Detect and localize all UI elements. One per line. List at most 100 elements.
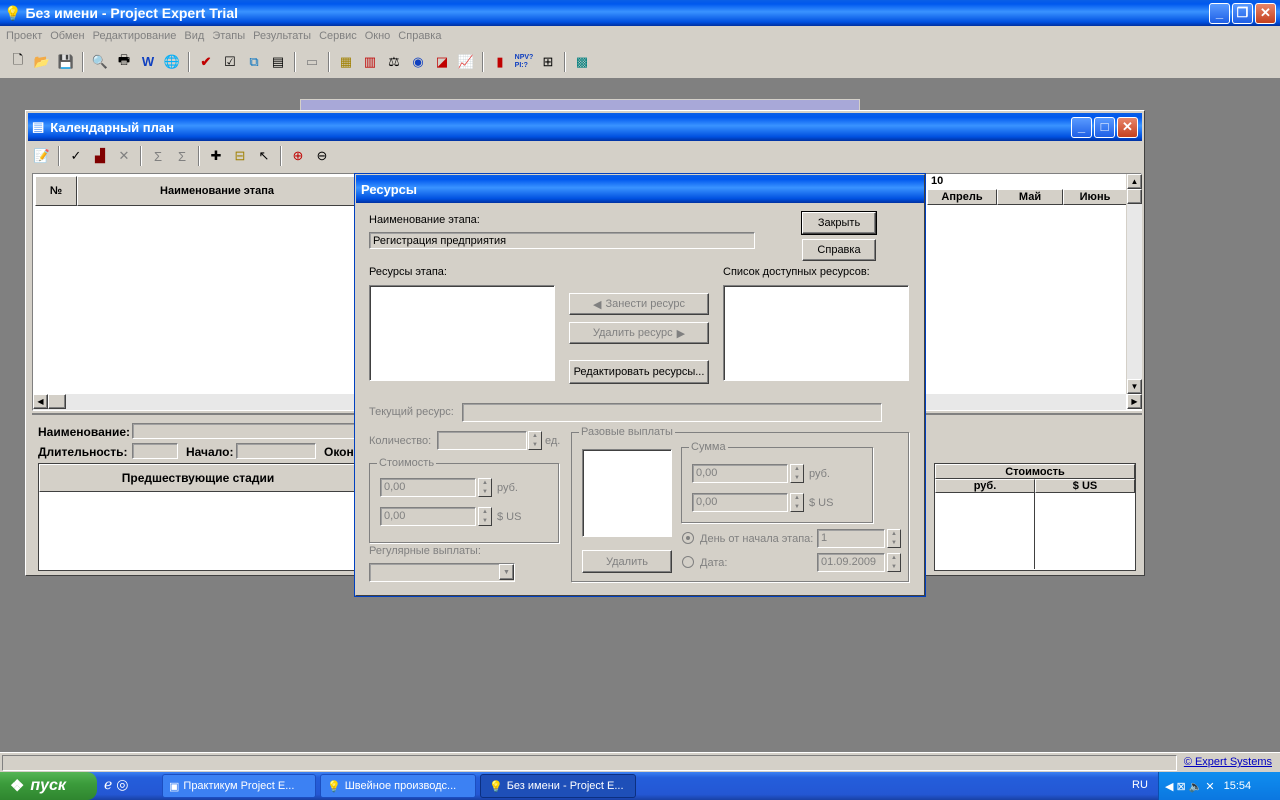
chevron-down-icon[interactable]: ▼ xyxy=(499,564,514,580)
npv-icon[interactable]: NPV? PI:? xyxy=(513,51,535,73)
word-icon[interactable]: W xyxy=(137,51,159,73)
check-icon[interactable]: ✔ xyxy=(195,51,217,73)
desktop-icon[interactable]: ◎ xyxy=(116,776,128,793)
sum-right-icon[interactable]: Σ xyxy=(171,145,193,167)
sum-usd-stepper[interactable]: ▲ ▼ xyxy=(790,493,804,512)
zoom-out-icon[interactable]: ⊖ xyxy=(311,145,333,167)
day-stepper[interactable]: ▲ ▼ xyxy=(887,529,901,548)
save-icon[interactable]: 💾 xyxy=(55,51,77,73)
delete-payment-button[interactable]: Удалить xyxy=(582,550,672,573)
open-folder-icon[interactable]: 📂 xyxy=(31,51,53,73)
menu-project[interactable]: Проект xyxy=(6,30,42,42)
day-radio[interactable] xyxy=(682,532,694,544)
start-label: Начало: xyxy=(186,445,234,459)
globe-chart-icon[interactable]: ◉ xyxy=(407,51,429,73)
menu-window[interactable]: Окно xyxy=(365,30,391,42)
menu-service[interactable]: Сервис xyxy=(319,30,357,42)
new-file-icon[interactable]: 🗋 xyxy=(7,51,29,73)
sum-usd-field[interactable]: 0,00 xyxy=(692,493,788,512)
preview-icon[interactable]: 🔍 xyxy=(89,51,111,73)
zoom-in-icon[interactable]: ⊕ xyxy=(287,145,309,167)
report-icon[interactable]: ▩ xyxy=(571,51,593,73)
scroll-up-icon[interactable]: ▲ xyxy=(1127,174,1142,189)
tree-icon[interactable]: ⊞ xyxy=(537,51,559,73)
regular-payments-select[interactable]: ▼ xyxy=(369,563,515,582)
cost-rub-field[interactable]: 0,00 xyxy=(380,478,476,497)
graph-icon[interactable]: 📈 xyxy=(455,51,477,73)
task-word[interactable]: ▣ Практикум Project E... xyxy=(162,774,316,798)
edit-resources-button[interactable]: Редактировать ресурсы... xyxy=(569,360,709,384)
vertical-scrollbar[interactable]: ▲ ▼ xyxy=(1126,174,1142,394)
date-field[interactable]: 01.09.2009 xyxy=(817,553,885,572)
cost-usd-stepper[interactable]: ▲ ▼ xyxy=(478,507,492,526)
connection-icon[interactable]: ✕ xyxy=(1205,780,1214,793)
cost-usd-field[interactable]: 0,00 xyxy=(380,507,476,526)
add-resource-button[interactable]: ◀ Занести ресурс xyxy=(569,293,709,315)
table-icon[interactable]: ▭ xyxy=(301,51,323,73)
sum-left-icon[interactable]: Σ xyxy=(147,145,169,167)
date-radio[interactable] xyxy=(682,556,694,568)
list-icon[interactable]: ▦ xyxy=(335,51,357,73)
menu-edit[interactable]: Редактирование xyxy=(93,30,177,42)
maximize-icon[interactable]: □ xyxy=(1094,117,1115,138)
minimize-icon[interactable]: _ xyxy=(1209,3,1230,24)
menu-view[interactable]: Вид xyxy=(184,30,204,42)
day-field[interactable]: 1 xyxy=(817,529,885,548)
col-num-header[interactable]: № xyxy=(35,176,77,206)
link-stages-icon[interactable]: ⊟ xyxy=(229,145,251,167)
quantity-field[interactable] xyxy=(437,431,527,450)
checkmark-icon[interactable]: ✓ xyxy=(65,145,87,167)
edit-stage-icon[interactable]: 📝 xyxy=(31,145,53,167)
minimize-icon[interactable]: _ xyxy=(1071,117,1092,138)
start-button[interactable]: ❖ пуск xyxy=(0,772,97,800)
remove-resource-button[interactable]: Удалить ресурс ▶ xyxy=(569,322,709,344)
close-icon[interactable]: ✕ xyxy=(1255,3,1276,24)
scroll-left-icon[interactable]: ◀ xyxy=(33,394,48,409)
ie-icon[interactable]: ℯ xyxy=(104,776,112,793)
menu-stages[interactable]: Этапы xyxy=(212,30,245,42)
help-button[interactable]: Справка xyxy=(802,239,876,261)
oneoff-list[interactable] xyxy=(582,449,672,537)
chart-icon[interactable]: ◪ xyxy=(431,51,453,73)
duration-field[interactable] xyxy=(132,443,178,459)
resources-title-bar: Ресурсы xyxy=(356,175,924,203)
start-field[interactable] xyxy=(236,443,316,459)
language-indicator[interactable]: RU xyxy=(1132,779,1148,791)
quantity-stepper[interactable]: ▲ ▼ xyxy=(528,431,542,450)
date-stepper[interactable]: ▲ ▼ xyxy=(887,553,901,572)
calendar-icon[interactable]: ▤ xyxy=(267,51,289,73)
task-sewing[interactable]: 💡 Швейное производс... xyxy=(320,774,476,798)
checklist-icon[interactable]: ☑ xyxy=(219,51,241,73)
add-stage-icon[interactable]: ✚ xyxy=(205,145,227,167)
bars-icon[interactable]: ▮ xyxy=(489,51,511,73)
clock[interactable]: 15:54 xyxy=(1224,780,1252,792)
network-icon[interactable]: ⧉ xyxy=(243,51,265,73)
name-field[interactable] xyxy=(132,423,362,439)
back-arrow-icon[interactable]: ◀ xyxy=(1165,780,1173,793)
balance-icon[interactable]: ⚖ xyxy=(383,51,405,73)
menu-help[interactable]: Справка xyxy=(398,30,441,42)
sum-rub-stepper[interactable]: ▲ ▼ xyxy=(790,464,804,483)
close-button[interactable]: Закрыть xyxy=(801,211,877,235)
factory-icon[interactable]: ▟ xyxy=(89,145,111,167)
scroll-right-icon[interactable]: ▶ xyxy=(1127,394,1142,409)
delete-icon[interactable]: ✕ xyxy=(113,145,135,167)
menu-results[interactable]: Результаты xyxy=(253,30,311,42)
restore-icon[interactable]: ❐ xyxy=(1232,3,1253,24)
close-icon[interactable]: ✕ xyxy=(1117,117,1138,138)
pointer-icon[interactable]: ↖ xyxy=(253,145,275,167)
cashflow-icon[interactable]: ▥ xyxy=(359,51,381,73)
expert-systems-link[interactable]: © Expert Systems xyxy=(1184,756,1272,768)
sum-rub-field[interactable]: 0,00 xyxy=(692,464,788,483)
menu-exchange[interactable]: Обмен xyxy=(50,30,84,42)
cost-rub-stepper[interactable]: ▲ ▼ xyxy=(478,478,492,497)
col-name-header[interactable]: Наименование этапа xyxy=(77,176,357,206)
print-icon[interactable]: 🖶 xyxy=(113,51,135,73)
stage-resources-list[interactable] xyxy=(369,285,555,381)
web-icon[interactable]: 🌐 xyxy=(161,51,183,73)
volume-icon[interactable]: 🔈 xyxy=(1189,780,1203,793)
scroll-down-icon[interactable]: ▼ xyxy=(1127,379,1142,394)
available-resources-list[interactable] xyxy=(723,285,909,381)
task-project-expert[interactable]: 💡 Без имени - Project E... xyxy=(480,774,636,798)
network-tray-icon[interactable]: ⊠ xyxy=(1176,780,1185,793)
